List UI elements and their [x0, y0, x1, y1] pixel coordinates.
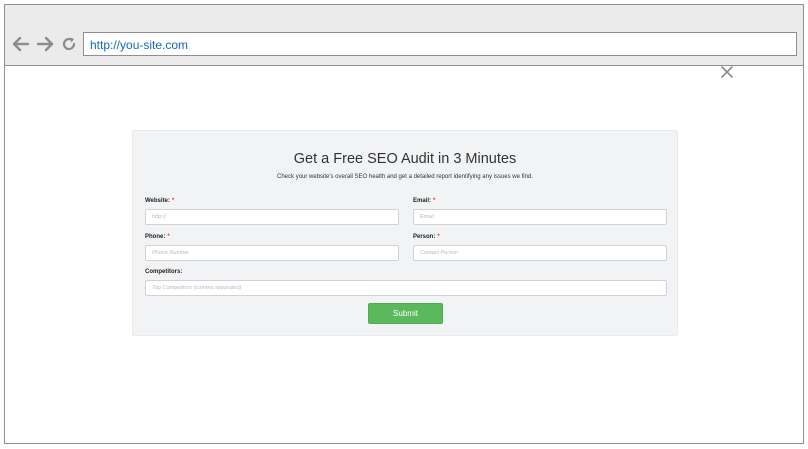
required-mark: * — [171, 198, 175, 204]
website-input[interactable]: http:// — [145, 209, 399, 225]
forward-arrow-icon[interactable] — [36, 35, 54, 53]
reload-icon[interactable] — [60, 35, 78, 53]
form-title: Get a Free SEO Audit in 3 Minutes — [293, 151, 517, 167]
browser-toolbar: http://you-site.com — [5, 5, 803, 66]
website-label: Website: * — [145, 198, 174, 204]
website-placeholder: http:// — [152, 214, 166, 220]
submit-button[interactable]: Submit — [368, 303, 443, 324]
required-mark: * — [167, 234, 170, 240]
email-label: Email: * — [413, 198, 435, 204]
competitors-input[interactable]: Top Competitors (comma separated) — [145, 280, 667, 296]
email-placeholder: Email — [420, 214, 434, 220]
close-icon[interactable] — [720, 65, 734, 79]
url-text: http://you-site.com — [90, 38, 189, 52]
required-mark: * — [437, 234, 440, 240]
website-label-text: Website: — [145, 198, 170, 204]
person-input[interactable]: Contact Person — [413, 245, 667, 261]
competitors-placeholder: Top Competitors (comma separated) — [152, 285, 242, 291]
back-arrow-icon[interactable] — [12, 35, 30, 53]
person-label: Person: * — [413, 234, 440, 240]
person-placeholder: Contact Person — [420, 250, 458, 256]
person-label-text: Person: — [413, 234, 436, 240]
email-input[interactable]: Email — [413, 209, 667, 225]
phone-label-text: Phone: — [145, 234, 166, 240]
phone-placeholder: Phone Number — [152, 250, 189, 256]
required-mark: * — [433, 198, 436, 204]
email-label-text: Email: — [413, 198, 432, 204]
competitors-label: Competitors: — [145, 269, 183, 275]
address-bar[interactable]: http://you-site.com — [83, 32, 797, 56]
phone-input[interactable]: Phone Number — [145, 245, 399, 261]
seo-audit-form: Get a Free SEO Audit in 3 Minutes Check … — [132, 130, 678, 336]
phone-label: Phone: * — [145, 234, 170, 240]
form-subtitle: Check your website's overall SEO health … — [277, 174, 533, 180]
